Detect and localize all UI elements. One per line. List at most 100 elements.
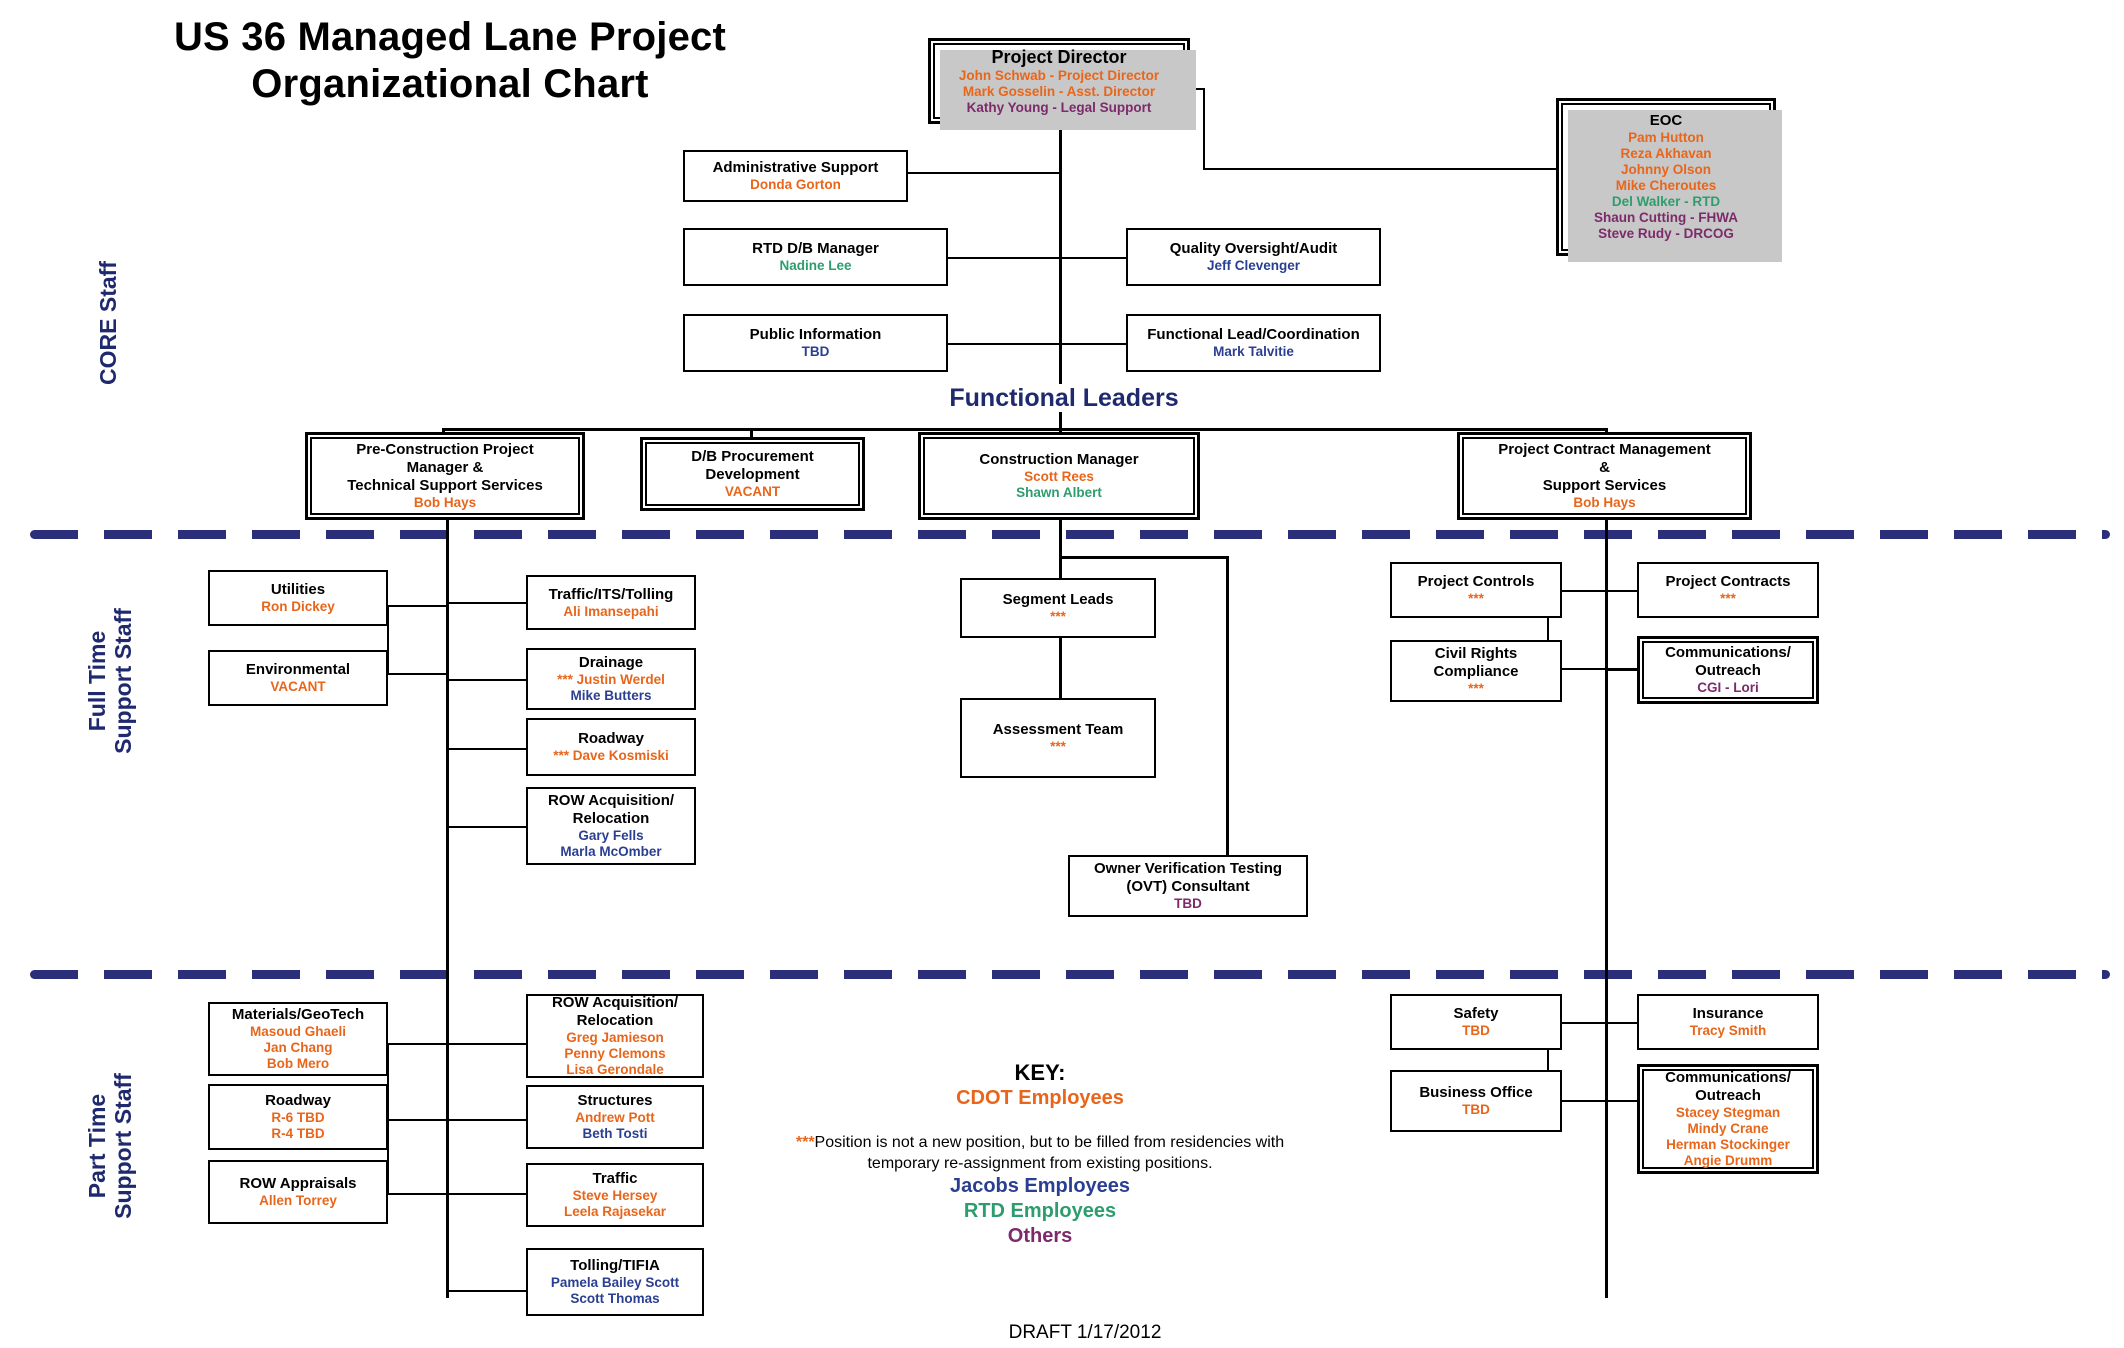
box-insurance[interactable]: Insurance Tracy Smith [1637, 994, 1819, 1050]
connector-pt-structures [446, 1119, 526, 1121]
box-person: VACANT [724, 484, 781, 499]
box-title: Communications/ Outreach [1665, 644, 1791, 679]
box-rtd-db-manager[interactable]: RTD D/B Manager Nadine Lee [683, 228, 948, 286]
box-project-director[interactable]: Project Director John Schwab - Project D… [928, 38, 1196, 130]
box-assessment-team[interactable]: Assessment Team *** [960, 698, 1156, 778]
box-title: Project Controls [1417, 573, 1535, 590]
box-title: Pre-Construction Project Manager & Techn… [347, 441, 543, 494]
box-row-acquisition-relocation-full-time[interactable]: ROW Acquisition/ Relocation Gary Fells M… [526, 787, 696, 865]
box-project-controls[interactable]: Project Controls *** [1390, 562, 1562, 618]
box-title: Roadway [265, 1092, 331, 1109]
box-person: *** [1468, 591, 1484, 606]
connector-pcm-trunk [1605, 520, 1608, 1298]
box-title: Utilities [270, 581, 326, 598]
box-administrative-support[interactable]: Administrative Support Donda Gorton [683, 150, 908, 202]
box-person: Angie Drumm [1683, 1153, 1773, 1168]
box-materials-geotech[interactable]: Materials/GeoTech Masoud Ghaeli Jan Chan… [208, 1002, 388, 1076]
box-project-contracts[interactable]: Project Contracts *** [1637, 562, 1819, 618]
box-title: Quality Oversight/Audit [1169, 240, 1338, 257]
connector-rtd-quality [948, 257, 1126, 259]
box-person: Beth Tosti [582, 1126, 648, 1141]
connector-pd-spine [1059, 123, 1062, 428]
box-public-information[interactable]: Public Information TBD [683, 314, 948, 372]
box-title: ROW Acquisition/ Relocation [547, 792, 675, 827]
connector-precon-roadway [446, 748, 526, 750]
box-pre-construction-project-manager[interactable]: Pre-Construction Project Manager & Techn… [305, 432, 585, 520]
box-db-procurement-development[interactable]: D/B Procurement Development VACANT [640, 437, 865, 511]
box-functional-lead-coordination[interactable]: Functional Lead/Coordination Mark Talvit… [1126, 314, 1381, 372]
functional-leaders-label: Functional Leaders [910, 384, 1218, 412]
connector-precon-drainage [446, 679, 526, 681]
box-project-contract-management[interactable]: Project Contract Management & Support Se… [1457, 432, 1752, 520]
box-roadway-part-time[interactable]: Roadway R-6 TBD R-4 TBD [208, 1084, 388, 1150]
box-person: Pam Hutton [1628, 130, 1704, 145]
box-title: Tolling/TIFIA [570, 1257, 660, 1274]
box-title: ROW Appraisals [239, 1175, 357, 1192]
section-label-core: CORE Staff [95, 261, 121, 385]
connector-fl-bus [442, 428, 1607, 431]
box-person: Scott Thomas [570, 1291, 660, 1306]
box-person: *** [1468, 681, 1484, 696]
box-title: Insurance [1692, 1005, 1764, 1022]
box-person: *** Dave Kosmiski [553, 748, 669, 763]
box-traffic-its-tolling[interactable]: Traffic/ITS/Tolling Ali Imansepahi [526, 575, 696, 630]
key-others: Others [1007, 1225, 1073, 1247]
box-title: Roadway [578, 730, 644, 747]
box-title: Traffic/ITS/Tolling [548, 585, 674, 603]
box-person: Pamela Bailey Scott [550, 1275, 680, 1290]
box-title: Project Contracts [1665, 573, 1791, 590]
box-person: *** Justin Werdel [557, 672, 665, 687]
key-asterisks: *** [795, 1134, 815, 1151]
box-communications-outreach-part-time[interactable]: Communications/ Outreach Stacey Stegman … [1637, 1064, 1819, 1174]
box-utilities[interactable]: Utilities Ron Dickey [208, 570, 388, 626]
box-person: Ron Dickey [261, 599, 335, 614]
connector-precon-traffic [446, 602, 526, 604]
box-row-acquisition-relocation-part-time[interactable]: ROW Acquisition/ Relocation Greg Jamieso… [526, 994, 704, 1078]
connector-precon-trunk [446, 520, 449, 1298]
connector-pd-eoc-h2 [1203, 168, 1578, 170]
box-quality-oversight-audit[interactable]: Quality Oversight/Audit Jeff Clevenger [1126, 228, 1381, 286]
box-person: Penny Clemons [564, 1046, 666, 1061]
box-title: RTD D/B Manager [752, 240, 879, 257]
section-label-full-time: Full Time Support Staff [84, 608, 136, 754]
box-person: Masoud Ghaeli [249, 1024, 347, 1039]
box-person: Del Walker - RTD [1611, 194, 1721, 209]
box-person: Mark Gosselin - Asst. Director [962, 83, 1156, 99]
box-structures[interactable]: Structures Andrew Pott Beth Tosti [526, 1085, 704, 1149]
box-business-office[interactable]: Business Office TBD [1390, 1070, 1562, 1132]
org-chart-canvas: US 36 Managed Lane Project Organizationa… [0, 0, 2124, 1348]
box-person: Gary Fells [578, 828, 644, 843]
box-eoc[interactable]: EOC Pam Hutton Reza Akhavan Johnny Olson… [1556, 98, 1782, 262]
box-segment-leads[interactable]: Segment Leads *** [960, 578, 1156, 638]
box-person: TBD [801, 344, 830, 359]
box-person: TBD [1174, 896, 1202, 911]
box-row-appraisals[interactable]: ROW Appraisals Allen Torrey [208, 1160, 388, 1224]
box-safety[interactable]: Safety TBD [1390, 994, 1562, 1050]
box-drainage[interactable]: Drainage *** Justin Werdel Mike Butters [526, 648, 696, 710]
box-person: VACANT [270, 679, 326, 694]
box-title: ROW Acquisition/ Relocation [551, 994, 679, 1029]
box-environmental[interactable]: Environmental VACANT [208, 650, 388, 706]
box-title: D/B Procurement Development [691, 448, 814, 483]
box-title: Business Office [1419, 1084, 1533, 1101]
box-person: Shawn Albert [1016, 485, 1102, 500]
box-person: Lisa Gerondale [566, 1062, 664, 1077]
box-title: Traffic [592, 1170, 638, 1187]
box-title: Public Information [749, 326, 882, 343]
box-civil-rights-compliance[interactable]: Civil Rights Compliance *** [1390, 640, 1562, 702]
connector-pt-tolling [446, 1290, 526, 1292]
box-title: Safety [1453, 1005, 1499, 1022]
box-construction-manager[interactable]: Construction Manager Scott Rees Shawn Al… [918, 432, 1200, 520]
box-person: Mindy Crane [1687, 1121, 1769, 1136]
box-traffic-part-time[interactable]: Traffic Steve Hersey Leela Rajasekar [526, 1163, 704, 1227]
key-cdot-employees: CDOT Employees [956, 1087, 1124, 1109]
box-title: Environmental [245, 661, 351, 678]
box-person: CGI - Lori [1697, 680, 1759, 695]
key-note-text: Position is not a new position, but to b… [814, 1134, 1285, 1172]
box-person: Allen Torrey [259, 1193, 337, 1208]
box-roadway-full-time[interactable]: Roadway *** Dave Kosmiski [526, 718, 696, 776]
connector-admin-spine [908, 172, 1061, 174]
box-ovt-consultant[interactable]: Owner Verification Testing (OVT) Consult… [1068, 855, 1308, 917]
box-communications-outreach-full-time[interactable]: Communications/ Outreach CGI - Lori [1637, 636, 1819, 704]
box-tolling-tifia[interactable]: Tolling/TIFIA Pamela Bailey Scott Scott … [526, 1248, 704, 1316]
